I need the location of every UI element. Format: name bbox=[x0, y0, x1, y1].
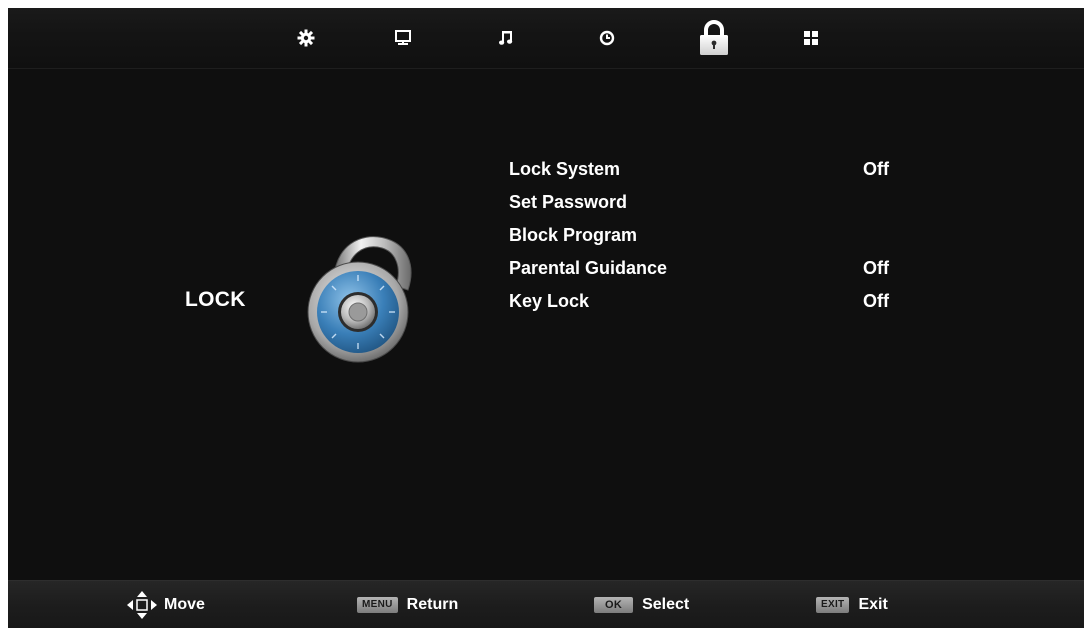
sound-tab[interactable] bbox=[484, 14, 528, 62]
menu-item-value: Off bbox=[863, 258, 889, 278]
exit-key-badge: EXIT bbox=[816, 597, 850, 613]
hint-move: Move bbox=[126, 581, 205, 628]
section-title: LOCK bbox=[185, 288, 246, 311]
screen-tab[interactable] bbox=[381, 14, 425, 62]
menu-item-parental-guidance[interactable]: Parental Guidance Off bbox=[509, 255, 929, 288]
menu-tab-bar bbox=[8, 8, 1084, 69]
menu-item-label: Parental Guidance bbox=[509, 258, 668, 278]
time-tab[interactable] bbox=[585, 14, 629, 62]
menu-item-label: Set Password bbox=[509, 192, 628, 212]
menu-item-label: Key Lock bbox=[509, 291, 590, 311]
picture-settings-tab[interactable] bbox=[284, 14, 328, 62]
menu-item-value: Off bbox=[863, 159, 889, 179]
ok-key-badge: OK bbox=[594, 597, 634, 613]
hint-select-label: Select bbox=[642, 596, 690, 613]
music-note-icon bbox=[499, 31, 513, 45]
hint-select: OK Select bbox=[594, 581, 689, 628]
menu-item-block-program[interactable]: Block Program bbox=[509, 222, 929, 255]
lock-menu-list: Lock System Off Set Password Block Progr… bbox=[509, 156, 929, 321]
hint-return: MENU Return bbox=[357, 581, 458, 628]
dpad-arrows-icon bbox=[127, 591, 157, 619]
lock-tab[interactable] bbox=[692, 14, 736, 62]
tv-menu-screen: LOCK Lock System Off Set Password Block … bbox=[8, 8, 1084, 628]
menu-item-key-lock[interactable]: Key Lock Off bbox=[509, 288, 929, 321]
padlock-icon bbox=[700, 20, 728, 55]
hint-exit: EXIT Exit bbox=[816, 581, 888, 628]
menu-item-value: Off bbox=[863, 291, 889, 311]
menu-item-label: Lock System bbox=[509, 159, 621, 179]
hint-exit-label: Exit bbox=[858, 596, 888, 613]
grid-icon bbox=[804, 31, 818, 45]
monitor-icon bbox=[395, 30, 411, 45]
menu-key-badge: MENU bbox=[357, 597, 398, 613]
combination-padlock-icon bbox=[307, 236, 412, 363]
gear-icon bbox=[297, 29, 315, 47]
clock-icon bbox=[599, 30, 615, 46]
menu-item-lock-system[interactable]: Lock System Off bbox=[509, 156, 929, 189]
menu-item-label: Block Program bbox=[509, 225, 638, 245]
setup-tab[interactable] bbox=[789, 14, 833, 62]
menu-item-set-password[interactable]: Set Password bbox=[509, 189, 929, 222]
hint-return-label: Return bbox=[406, 596, 459, 613]
help-bar: Move MENU Return OK Select EXIT Exit bbox=[8, 580, 1084, 628]
hint-move-label: Move bbox=[164, 596, 205, 613]
